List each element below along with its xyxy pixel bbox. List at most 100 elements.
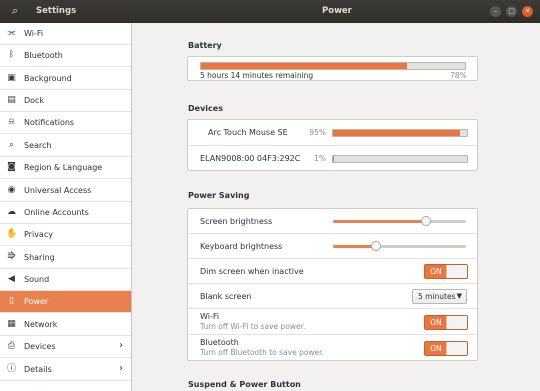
screen-brightness-label: Screen brightness (200, 217, 273, 226)
sidebar-item-search[interactable]: ⌕ Search (0, 135, 131, 157)
device-row: ELAN9008:00 04F3:292C 1% (188, 146, 477, 171)
bluetooth-sublabel: Turn off Bluetooth to save power. (200, 348, 324, 357)
sidebar-item-power[interactable]: ▯ Power (0, 291, 131, 313)
sidebar-item-wifi[interactable]: ⫘ Wi-Fi (0, 23, 131, 45)
battery-level-bar (200, 62, 466, 70)
power-saving-heading: Power Saving (188, 191, 250, 200)
dim-screen-row: Dim screen when inactive ON (188, 259, 477, 284)
search-icon[interactable]: ⌕ (8, 4, 22, 18)
bluetooth-switch[interactable]: ON (424, 341, 468, 356)
sidebar-item-label: Power (24, 297, 49, 306)
blank-screen-dropdown[interactable]: 5 minutes ▼ (412, 289, 467, 304)
switch-handle (446, 316, 467, 329)
sidebar-item-devices[interactable]: ⎙ Devices › (0, 336, 131, 358)
share-icon: ⭆ (7, 252, 16, 262)
network-icon: ▦ (7, 319, 16, 329)
camera-icon: ◙ (7, 162, 16, 172)
switch-state: ON (425, 342, 447, 355)
sidebar-item-sharing[interactable]: ⭆ Sharing (0, 247, 131, 269)
sidebar-item-label: Network (24, 320, 58, 329)
sidebar-item-online-accounts[interactable]: ☁ Online Accounts (0, 202, 131, 224)
settings-title: Settings (36, 6, 77, 16)
devices-panel: Arc Touch Mouse SE 95% ELAN9008:00 04F3:… (187, 119, 478, 171)
wifi-switch[interactable]: ON (424, 315, 468, 330)
screen-brightness-row: Screen brightness (188, 209, 477, 234)
title-bar: ⌕ Settings Power – □ ✕ (0, 0, 540, 23)
power-panel: Battery 5 hours 14 minutes remaining 78%… (132, 23, 540, 391)
sidebar-item-sound[interactable]: ◀ Sound (0, 269, 131, 291)
dim-screen-label: Dim screen when inactive (200, 267, 304, 276)
sidebar-item-notifications[interactable]: ⍾ Notifications (0, 112, 131, 134)
sidebar-item-label: Dock (24, 96, 45, 105)
sidebar: ⫘ Wi-Fi ᛒ Bluetooth ▣ Background ▤ Dock … (0, 23, 131, 391)
device-name: ELAN9008:00 04F3:292C (200, 154, 301, 163)
wifi-row: Wi-Fi Turn off Wi-Fi to save power. ON (188, 309, 477, 335)
battery-remaining: 5 hours 14 minutes remaining (200, 71, 314, 80)
sidebar-item-details[interactable]: ⓘ Details › (0, 359, 131, 381)
blank-screen-label: Blank screen (200, 292, 252, 301)
switch-state: ON (425, 316, 447, 329)
sidebar-item-dock[interactable]: ▤ Dock (0, 90, 131, 112)
slider-fill (333, 245, 376, 248)
device-level-bar (332, 155, 468, 163)
chevron-down-icon: ▼ (456, 292, 462, 300)
slider-knob[interactable] (370, 241, 381, 251)
sidebar-item-label: Background (24, 74, 72, 83)
sidebar-item-label: Search (24, 141, 52, 150)
sidebar-item-label: Devices (24, 342, 56, 351)
device-level-fill (333, 156, 335, 162)
device-row: Arc Touch Mouse SE 95% (188, 120, 477, 146)
switch-handle (446, 342, 467, 355)
settings-window: ⌕ Settings Power – □ ✕ ⫘ Wi-Fi ᛒ Bluetoo… (0, 0, 540, 391)
sidebar-item-label: Details (24, 365, 52, 374)
dock-icon: ▤ (7, 95, 16, 105)
sidebar-item-label: Wi-Fi (24, 29, 44, 38)
sidebar-item-label: Sharing (24, 253, 55, 262)
sidebar-item-background[interactable]: ▣ Background (0, 68, 131, 90)
battery-percent: 78% (450, 71, 467, 80)
battery-icon: ▯ (9, 296, 14, 306)
blank-screen-row: Blank screen 5 minutes ▼ (188, 284, 477, 309)
device-name: Arc Touch Mouse SE (208, 128, 288, 137)
sidebar-item-label: Online Accounts (24, 208, 89, 217)
background-icon: ▣ (7, 73, 16, 83)
slider-knob[interactable] (421, 216, 432, 226)
speaker-icon: ◀ (8, 274, 15, 284)
sidebar-item-label: Privacy (24, 230, 53, 239)
sidebar-item-bluetooth[interactable]: ᛒ Bluetooth (0, 45, 131, 67)
search-icon: ⌕ (8, 140, 15, 150)
screen-brightness-slider[interactable] (333, 216, 466, 226)
info-icon: ⓘ (6, 364, 16, 374)
minimize-button[interactable]: – (490, 6, 501, 17)
printer-icon: ⎙ (7, 341, 16, 351)
sidebar-item-label: Universal Access (24, 186, 92, 195)
device-level-bar (332, 129, 468, 137)
sidebar-item-label: Sound (24, 275, 50, 284)
keyboard-brightness-slider[interactable] (333, 241, 466, 251)
sidebar-item-label: Region & Language (24, 163, 103, 172)
slider-fill (333, 220, 427, 223)
dim-screen-switch[interactable]: ON (424, 264, 468, 279)
dropdown-value: 5 minutes (418, 292, 456, 301)
sidebar-item-region-language[interactable]: ◙ Region & Language (0, 157, 131, 179)
sidebar-item-label: Notifications (24, 118, 75, 127)
accessibility-icon: ◉ (7, 185, 16, 195)
device-level-fill (333, 130, 461, 136)
battery-heading: Battery (188, 41, 222, 50)
bluetooth-label: Bluetooth (200, 338, 239, 347)
bluetooth-icon: ᛒ (8, 50, 15, 60)
wifi-label: Wi-Fi (200, 312, 220, 321)
close-button[interactable]: ✕ (522, 6, 533, 17)
device-percent: 95% (309, 128, 326, 137)
sidebar-item-label: Bluetooth (24, 51, 63, 60)
wifi-icon: ⫘ (7, 28, 16, 38)
keyboard-brightness-row: Keyboard brightness (188, 234, 477, 259)
sidebar-item-privacy[interactable]: ✋ Privacy (0, 224, 131, 246)
battery-panel: 5 hours 14 minutes remaining 78% (187, 56, 478, 81)
wifi-sublabel: Turn off Wi-Fi to save power. (200, 322, 306, 331)
maximize-button[interactable]: □ (506, 6, 517, 17)
chevron-right-icon: › (119, 340, 123, 351)
sidebar-item-universal-access[interactable]: ◉ Universal Access (0, 180, 131, 202)
hand-icon: ✋ (6, 229, 18, 239)
sidebar-item-network[interactable]: ▦ Network (0, 314, 131, 336)
